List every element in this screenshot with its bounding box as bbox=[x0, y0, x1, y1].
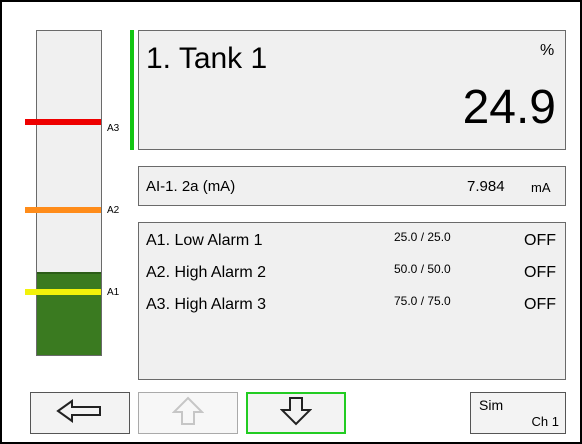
alarm-name: A1. Low Alarm 1 bbox=[146, 232, 263, 249]
analog-input-unit: mA bbox=[531, 180, 551, 195]
alarm-row: A2. High Alarm 2 50.0 / 50.0 OFF bbox=[146, 262, 556, 288]
alarm-setpoint: 25.0 / 25.0 bbox=[394, 230, 451, 244]
analog-input-label: AI-1. 2a (mA) bbox=[146, 178, 236, 195]
down-arrow-icon bbox=[279, 396, 313, 431]
level-gauge: A3 A2 A1 bbox=[25, 30, 119, 356]
analog-input-value: 7.984 bbox=[467, 178, 505, 195]
tank-value: 24.9 bbox=[462, 81, 556, 134]
scroll-down-button[interactable] bbox=[246, 392, 346, 434]
left-arrow-icon bbox=[56, 398, 104, 428]
scroll-up-button[interactable] bbox=[138, 392, 238, 434]
alarm-marker-label-a1: A1 bbox=[107, 287, 120, 298]
level-fill bbox=[37, 272, 101, 355]
alarm-name: A2. High Alarm 2 bbox=[146, 264, 267, 281]
alarm-marker-a2 bbox=[25, 207, 101, 213]
tank-title: 1. Tank 1 bbox=[146, 42, 268, 75]
alarm-state: OFF bbox=[524, 232, 556, 249]
alarm-marker-label-a3: A3 bbox=[107, 123, 120, 134]
alarm-marker-a1 bbox=[25, 289, 101, 295]
sim-label: Sim bbox=[479, 397, 504, 413]
tank-unit: % bbox=[540, 42, 555, 59]
sim-channel: Ch 1 bbox=[531, 414, 559, 429]
alarm-row: A3. High Alarm 3 75.0 / 75.0 OFF bbox=[146, 294, 556, 320]
alarm-marker-label-a2: A2 bbox=[107, 205, 120, 216]
alarm-state: OFF bbox=[524, 264, 556, 281]
up-arrow-icon bbox=[171, 396, 205, 431]
back-button[interactable] bbox=[30, 392, 130, 434]
alarm-setpoint: 50.0 / 50.0 bbox=[394, 262, 451, 276]
sim-channel-button[interactable]: Sim Ch 1 bbox=[470, 392, 566, 434]
alarm-marker-a3 bbox=[25, 119, 101, 125]
alarm-setpoint: 75.0 / 75.0 bbox=[394, 294, 451, 308]
alarm-state: OFF bbox=[524, 296, 556, 313]
active-channel-indicator bbox=[130, 30, 134, 150]
alarm-name: A3. High Alarm 3 bbox=[146, 296, 267, 313]
alarm-row: A1. Low Alarm 1 25.0 / 25.0 OFF bbox=[146, 230, 556, 256]
